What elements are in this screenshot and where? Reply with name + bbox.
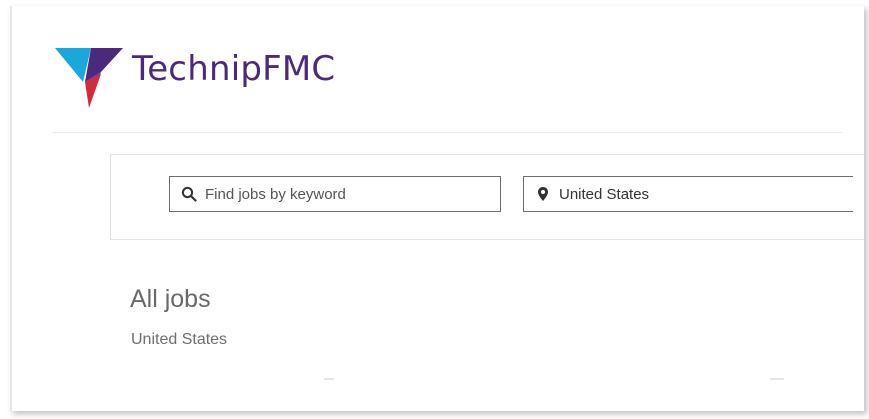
map-pin-icon [538, 187, 548, 201]
keyword-input[interactable] [205, 185, 500, 203]
location-input[interactable] [559, 185, 853, 203]
brand-name: TechnipFMC [132, 49, 336, 89]
faint-divider [324, 378, 334, 380]
header-divider [52, 132, 842, 133]
job-search-panel [110, 154, 864, 240]
location-search-field[interactable] [523, 176, 853, 212]
technipfmc-logo-icon [55, 48, 123, 108]
keyword-search-field[interactable] [169, 176, 501, 212]
results-location: United States [131, 331, 228, 348]
search-icon [181, 186, 197, 202]
results-title: All jobs [130, 285, 211, 313]
browser-page: TechnipFMC All jobs United States [10, 6, 864, 411]
brand-logo[interactable]: TechnipFMC [55, 46, 375, 110]
faint-divider [770, 378, 784, 380]
